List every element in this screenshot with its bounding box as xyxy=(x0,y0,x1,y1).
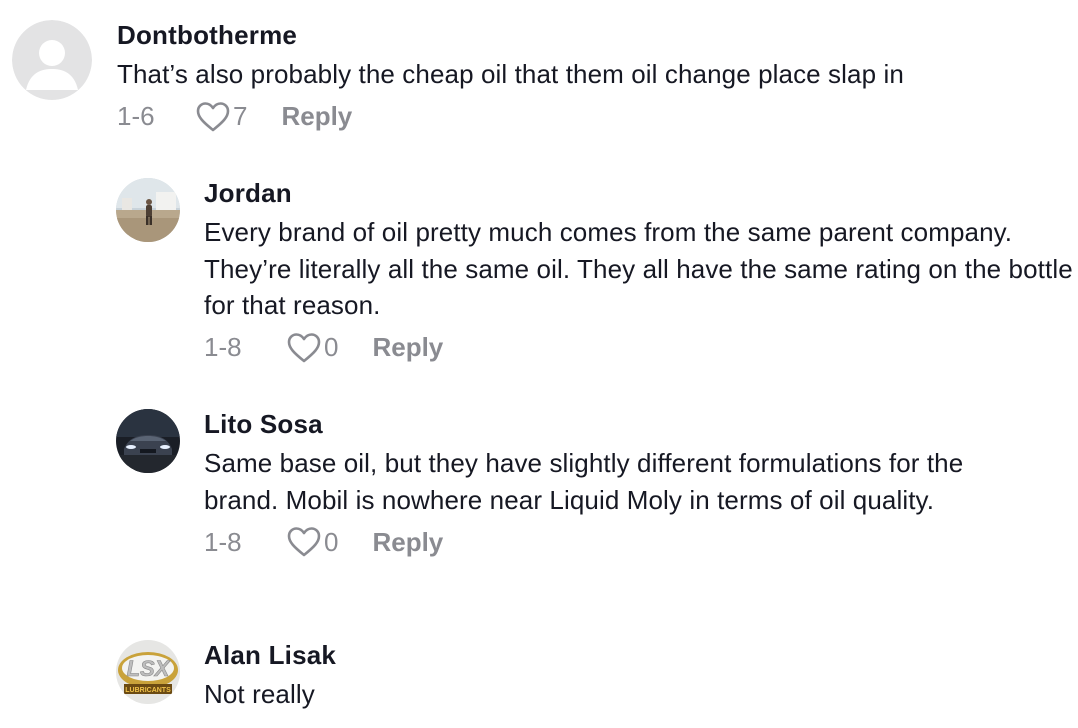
comment-username[interactable]: Dontbotherme xyxy=(117,20,1057,50)
comment-item: Dontbotherme That’s also probably the ch… xyxy=(12,20,1057,137)
avatar[interactable] xyxy=(116,178,180,242)
comment-item: Lito Sosa Same base oil, but they have s… xyxy=(116,409,1044,562)
comment-date: 1-8 xyxy=(204,332,242,362)
comment-text: That’s also probably the cheap oil that … xyxy=(117,59,904,89)
comment-username[interactable]: Jordan xyxy=(204,178,1074,208)
heart-icon[interactable] xyxy=(286,332,322,364)
like-button[interactable]: 0 xyxy=(286,526,338,558)
comment-meta: 1-8 0 Reply xyxy=(204,328,1074,368)
like-button[interactable]: 0 xyxy=(286,332,338,364)
avatar[interactable] xyxy=(116,409,180,473)
reply-button[interactable]: Reply xyxy=(281,101,352,132)
reply-button[interactable]: Reply xyxy=(372,527,443,558)
comment-item: LSX LUBRICANTS Alan Lisak Not really xyxy=(116,640,1044,713)
like-count: 0 xyxy=(324,526,339,557)
lubricants-logo-avatar[interactable]: LSX LUBRICANTS xyxy=(116,640,180,704)
comment-item: Jordan Every brand of oil pretty much co… xyxy=(116,178,1074,368)
comment-username[interactable]: Alan Lisak xyxy=(204,640,1044,670)
comment-text: Same base oil, but they have slightly di… xyxy=(204,448,964,515)
heart-icon[interactable] xyxy=(195,101,231,133)
heart-icon[interactable] xyxy=(286,526,322,558)
comment-date: 1-8 xyxy=(204,526,242,557)
comment-meta: 1-6 7 Reply xyxy=(117,97,1057,137)
like-count: 0 xyxy=(324,332,339,362)
default-avatar-icon[interactable] xyxy=(12,20,92,100)
like-count: 7 xyxy=(233,101,248,131)
comment-meta: 1-8 0 Reply xyxy=(204,522,1044,562)
reply-button[interactable]: Reply xyxy=(372,332,443,363)
comment-date: 1-6 xyxy=(117,101,155,131)
comment-username[interactable]: Lito Sosa xyxy=(204,409,1044,439)
logo-text: LSX xyxy=(127,656,171,681)
logo-subtext: LUBRICANTS xyxy=(125,687,171,694)
comment-text: Every brand of oil pretty much comes fro… xyxy=(204,217,1073,320)
like-button[interactable]: 7 xyxy=(195,101,247,133)
comment-text: Not really xyxy=(204,679,315,709)
